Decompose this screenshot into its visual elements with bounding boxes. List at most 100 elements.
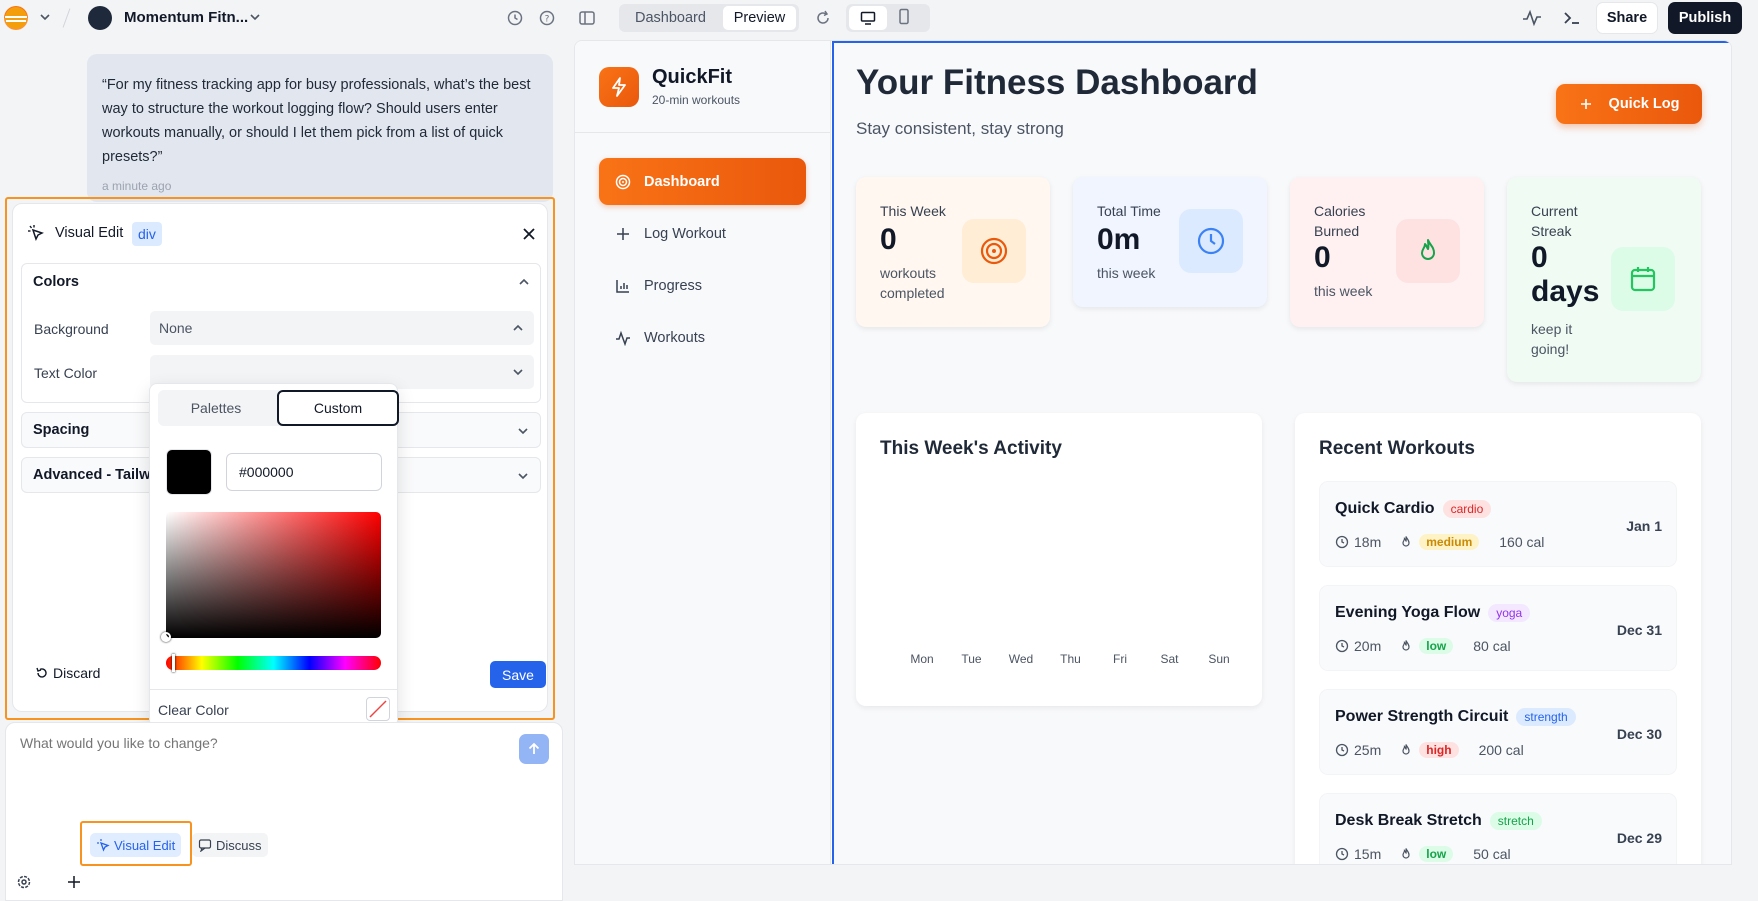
- day-label: Sun: [1208, 652, 1230, 666]
- recent-title: Recent Workouts: [1319, 438, 1475, 459]
- list-item[interactable]: Evening Yoga Flow yoga 20m low 80 cal Dec 31: [1319, 585, 1677, 671]
- desktop-view-icon[interactable]: [849, 6, 887, 30]
- nav-dashboard[interactable]: Dashboard: [599, 158, 806, 205]
- chevron-down-icon: [516, 424, 530, 438]
- picker-tabs: Palettes Custom: [158, 390, 399, 426]
- nav-workouts[interactable]: Workouts: [599, 314, 806, 361]
- mobile-view-icon[interactable]: [896, 8, 912, 26]
- bar-chart-icon: [615, 278, 633, 294]
- hue-handle[interactable]: [172, 654, 175, 672]
- quick-log-button[interactable]: Quick Log: [1556, 84, 1702, 124]
- divider: [62, 8, 71, 28]
- picker-divider: [150, 689, 397, 690]
- clear-color-label[interactable]: Clear Color: [158, 702, 229, 718]
- activity-icon[interactable]: [1522, 9, 1542, 27]
- add-icon[interactable]: [66, 874, 82, 890]
- chevron-up-icon[interactable]: [517, 275, 531, 289]
- project-avatar[interactable]: [88, 6, 112, 30]
- close-icon[interactable]: [521, 226, 537, 242]
- chevron-down-icon: [511, 365, 525, 379]
- stat-value: 0 days: [1531, 241, 1600, 308]
- list-item[interactable]: Quick Cardio cardio 18m medium 160 cal Jan 1: [1319, 481, 1677, 567]
- refresh-icon[interactable]: [814, 9, 832, 27]
- workout-duration: 15m: [1354, 846, 1382, 862]
- view-tabs: Dashboard Preview: [619, 4, 799, 32]
- message-time: a minute ago: [102, 179, 172, 193]
- activity-title: This Week's Activity: [880, 438, 1062, 459]
- stat-sub: this week: [1314, 283, 1373, 299]
- saturation-handle[interactable]: [161, 632, 171, 642]
- nav-progress[interactable]: Progress: [599, 262, 806, 309]
- project-name[interactable]: Momentum Fitn...: [124, 9, 248, 26]
- hex-input[interactable]: [226, 453, 382, 491]
- brand-name: QuickFit: [652, 66, 733, 88]
- send-button[interactable]: [519, 734, 549, 764]
- stat-sub: workouts completed: [880, 265, 945, 301]
- workout-name: Evening Yoga Flow yoga: [1335, 604, 1531, 622]
- visual-edit-toggle[interactable]: Visual Edit: [90, 833, 182, 857]
- terminal-icon[interactable]: [1562, 9, 1582, 27]
- dashboard-main: Your Fitness Dashboard Stay consistent, …: [832, 41, 1731, 864]
- message-text: “For my fitness tracking app for busy pr…: [102, 77, 531, 165]
- stat-sub: this week: [1097, 265, 1156, 281]
- hue-slider[interactable]: [166, 656, 381, 670]
- workout-meta: 20m low 80 cal: [1335, 638, 1511, 654]
- background-value: None: [159, 320, 193, 336]
- tab-custom[interactable]: Custom: [277, 390, 399, 426]
- brand-logo: [599, 67, 639, 107]
- visual-edit-title: Visual Edit: [55, 225, 124, 241]
- flame-icon: [1399, 743, 1413, 757]
- workout-meta: 25m high 200 cal: [1335, 742, 1524, 758]
- background-select[interactable]: None: [150, 311, 534, 345]
- workout-name: Desk Break Stretch stretch: [1335, 812, 1542, 830]
- publish-button[interactable]: Publish: [1668, 2, 1742, 34]
- workout-type-badge: yoga: [1488, 604, 1531, 622]
- help-icon[interactable]: ?: [538, 9, 556, 27]
- colors-header[interactable]: Colors: [33, 274, 79, 290]
- brand-tagline: 20-min workouts: [652, 93, 741, 107]
- discuss-toggle[interactable]: Discuss: [192, 833, 268, 857]
- page-title: Your Fitness Dashboard: [856, 63, 1258, 102]
- advanced-header: Advanced - Tailw: [33, 467, 151, 483]
- target-icon: [962, 219, 1026, 283]
- workout-date: Jan 1: [1626, 518, 1662, 534]
- chevron-down-icon[interactable]: [38, 10, 52, 24]
- workout-date: Dec 30: [1616, 726, 1662, 742]
- prompt-input[interactable]: [20, 735, 500, 795]
- nav-log-workout[interactable]: Log Workout: [599, 210, 806, 257]
- nav-dashboard-label: Dashboard: [644, 173, 720, 190]
- tab-dashboard[interactable]: Dashboard: [635, 10, 706, 26]
- settings-icon[interactable]: [16, 874, 32, 890]
- flame-icon: [1399, 847, 1413, 861]
- plus-icon: [615, 226, 633, 242]
- prompt-box: [5, 722, 563, 901]
- stat-card-streak: Current Streak 0 days keep it going!: [1507, 177, 1701, 382]
- history-icon[interactable]: [506, 9, 524, 27]
- clock-icon: [1179, 209, 1243, 273]
- tab-palettes[interactable]: Palettes: [158, 390, 274, 426]
- color-picker-popover: Palettes Custom Clear Color: [149, 383, 399, 728]
- nav-log-workout-label: Log Workout: [644, 225, 726, 242]
- chevron-down-icon[interactable]: [248, 10, 262, 24]
- stat-label: Calories Burned: [1314, 203, 1366, 239]
- clear-color-icon[interactable]: [366, 697, 390, 721]
- current-color-swatch[interactable]: [166, 449, 212, 495]
- stat-value: 0m: [1097, 223, 1141, 256]
- share-button[interactable]: Share: [1596, 2, 1658, 34]
- save-button[interactable]: Save: [490, 661, 546, 688]
- workout-duration: 20m: [1354, 638, 1382, 654]
- saturation-area[interactable]: [166, 512, 381, 638]
- list-item[interactable]: Desk Break Stretch stretch 15m low 50 cal Dec…: [1319, 793, 1677, 864]
- discard-button[interactable]: Discard: [35, 665, 100, 681]
- workout-meta: 15m low 50 cal: [1335, 846, 1511, 862]
- svg-text:?: ?: [545, 15, 550, 25]
- app-logo-icon[interactable]: [4, 6, 28, 30]
- top-bar: Momentum Fitn... ? Dashboard Preview Sha…: [0, 0, 1758, 36]
- background-label: Background: [34, 321, 109, 337]
- workout-calories: 50 cal: [1473, 846, 1511, 862]
- tab-preview[interactable]: Preview: [723, 6, 796, 30]
- workout-date: Dec 31: [1616, 622, 1662, 638]
- toggle-sidebar-icon[interactable]: [578, 9, 596, 27]
- flame-icon: [1396, 219, 1460, 283]
- list-item[interactable]: Power Strength Circuit strength 25m high 200…: [1319, 689, 1677, 775]
